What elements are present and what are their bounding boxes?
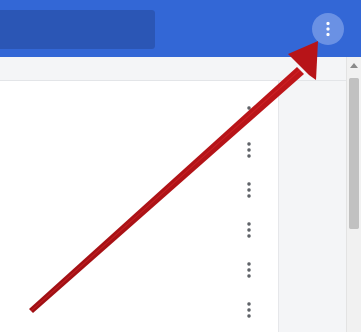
scroll-up-arrow-icon[interactable] bbox=[349, 61, 359, 71]
more-vert-icon bbox=[247, 262, 251, 278]
row-more-button[interactable] bbox=[240, 216, 258, 244]
list-item[interactable] bbox=[0, 210, 278, 250]
more-vert-icon bbox=[326, 21, 330, 37]
more-vert-icon bbox=[247, 106, 251, 122]
scrollbar-thumb[interactable] bbox=[349, 78, 359, 229]
list-item[interactable] bbox=[0, 170, 278, 210]
row-more-button[interactable] bbox=[240, 176, 258, 204]
more-vert-icon bbox=[247, 142, 251, 158]
row-more-button[interactable] bbox=[240, 296, 258, 324]
side-panel bbox=[279, 81, 346, 332]
list-item[interactable] bbox=[0, 290, 278, 330]
more-vert-icon bbox=[247, 182, 251, 198]
list-item[interactable] bbox=[0, 130, 278, 170]
row-more-button[interactable] bbox=[240, 256, 258, 284]
app-header bbox=[0, 0, 361, 57]
row-more-button[interactable] bbox=[240, 100, 258, 128]
vertical-scrollbar[interactable] bbox=[346, 57, 361, 332]
more-options-button[interactable] bbox=[312, 13, 344, 45]
search-box[interactable] bbox=[0, 10, 155, 49]
more-vert-icon bbox=[247, 302, 251, 318]
list-item[interactable] bbox=[0, 250, 278, 290]
list-panel bbox=[0, 81, 279, 332]
more-vert-icon bbox=[247, 222, 251, 238]
row-more-button[interactable] bbox=[240, 136, 258, 164]
list-item[interactable] bbox=[0, 94, 278, 134]
toolbar-strip bbox=[0, 57, 361, 81]
